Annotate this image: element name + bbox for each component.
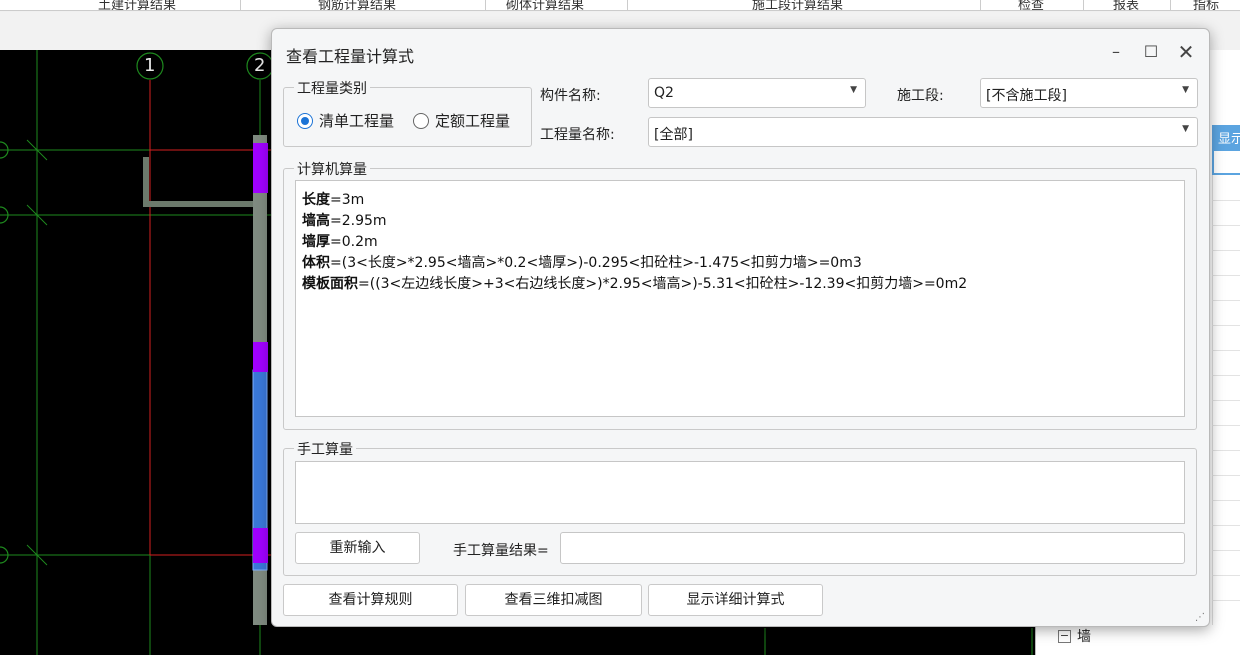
toolbar-rebar-results[interactable]: 钢筋计算结果	[318, 0, 396, 10]
manual-calc-legend: 手工算量	[294, 439, 356, 459]
selected-cell[interactable]	[1212, 149, 1240, 175]
axis-label-1: 1	[144, 55, 156, 76]
formula-line: 体积=(3<长度>*2.95<墙高>*0.2<墙厚>)-0.295<扣砼柱>-1…	[302, 255, 862, 271]
quantity-category-legend: 工程量类别	[294, 78, 370, 98]
reenter-button[interactable]: 重新输入	[295, 532, 420, 564]
dropdown-arrow-icon: ▼	[1182, 124, 1189, 134]
close-icon[interactable]: ✕	[1175, 41, 1197, 63]
radio-checked-icon[interactable]	[297, 112, 313, 129]
minimize-icon[interactable]: –	[1105, 41, 1127, 63]
tree-item-wall[interactable]: − 墙	[1058, 626, 1091, 646]
manual-calc-textarea[interactable]	[295, 461, 1185, 524]
manual-result-label: 手工算量结果=	[453, 543, 549, 559]
computer-calc-legend: 计算机算量	[294, 159, 370, 179]
formula-line: 墙高=2.95m	[302, 213, 387, 229]
collapse-icon[interactable]: −	[1058, 629, 1071, 643]
toolbar-check[interactable]: 检查	[1018, 0, 1044, 10]
formula-line: 长度=3m	[302, 192, 365, 208]
construction-stage-select[interactable]: [不含施工段] ▼	[980, 78, 1198, 108]
computer-calc-textarea[interactable]: 长度=3m 墙高=2.95m 墙厚=0.2m 体积=(3<长度>*2.95<墙高…	[295, 180, 1185, 417]
dialog-title: 查看工程量计算式	[286, 47, 415, 66]
toolbar-civil-results[interactable]: 土建计算结果	[98, 0, 176, 10]
toolbar-stage-results[interactable]: 施工段计算结果	[752, 0, 843, 10]
formula-line: 模板面积=((3<左边线长度>+3<右边线长度>)*2.95<墙高>)-5.31…	[302, 276, 968, 292]
view-3d-deduction-button[interactable]: 查看三维扣减图	[465, 584, 642, 616]
manual-result-input[interactable]	[560, 532, 1185, 564]
quantity-name-select[interactable]: [全部] ▼	[648, 117, 1198, 147]
radio-quota-quantity-label: 定额工程量	[435, 112, 511, 130]
dropdown-arrow-icon: ▼	[850, 85, 857, 95]
radio-unchecked-icon[interactable]	[413, 112, 429, 129]
component-name-label: 构件名称:	[540, 88, 601, 104]
component-name-value: Q2	[654, 85, 674, 101]
toolbar-index[interactable]: 指标	[1193, 0, 1219, 10]
component-name-select[interactable]: Q2 ▼	[648, 78, 866, 108]
quantity-name-value: [全部]	[654, 127, 693, 143]
construction-stage-label: 施工段:	[897, 88, 944, 104]
radio-bill-quantity-label: 清单工程量	[319, 112, 395, 130]
axis-label-2: 2	[254, 55, 266, 76]
quantity-name-label: 工程量名称:	[540, 127, 615, 143]
column-header[interactable]: 显示	[1212, 125, 1240, 149]
construction-stage-value: [不含施工段]	[986, 88, 1067, 104]
show-detail-formula-button[interactable]: 显示详细计算式	[648, 584, 823, 616]
toolbar-masonry-results[interactable]: 砌体计算结果	[506, 0, 584, 10]
top-toolbar: 土建计算结果 钢筋计算结果 砌体计算结果 施工段计算结果 检查 报表 指标	[0, 0, 1240, 11]
resize-grip-icon[interactable]: ⋰	[1195, 612, 1205, 623]
dropdown-arrow-icon: ▼	[1182, 85, 1189, 95]
toolbar-report[interactable]: 报表	[1113, 0, 1139, 10]
maximize-icon[interactable]: ☐	[1140, 41, 1162, 63]
view-rules-button[interactable]: 查看计算规则	[283, 584, 458, 616]
formula-line: 墙厚=0.2m	[302, 234, 378, 250]
radio-quota-quantity[interactable]: 定额工程量	[413, 110, 510, 131]
radio-bill-quantity[interactable]: 清单工程量	[297, 110, 394, 131]
quantity-formula-dialog: 查看工程量计算式 – ☐ ✕ 工程量类别 清单工程量 定额工程量 构件名称: Q…	[271, 28, 1210, 627]
tree-item-label: 墙	[1077, 629, 1091, 645]
